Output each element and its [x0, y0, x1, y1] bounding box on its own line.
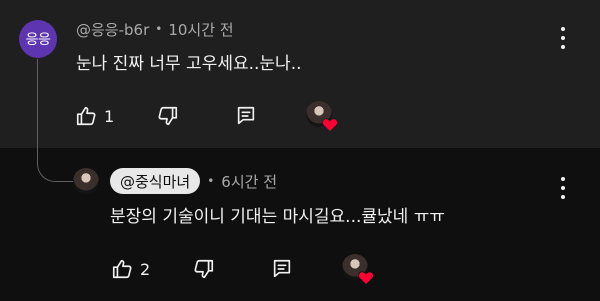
reply-header: @중식마녀 • 6시간 전 — [110, 168, 277, 194]
separator-dot: • — [155, 22, 163, 36]
reply-actions: 2 — [111, 254, 375, 285]
reply-comment-icon — [238, 106, 255, 125]
like-button[interactable]: 1 — [75, 105, 114, 127]
separator-dot: • — [207, 174, 215, 188]
like-button[interactable]: 2 — [111, 258, 150, 280]
heart-icon — [322, 118, 339, 132]
thumb-down-icon — [158, 106, 178, 126]
like-count: 2 — [140, 259, 151, 279]
creator-heart-badge — [342, 254, 375, 285]
thread-connector — [37, 59, 74, 182]
creator-author-chip[interactable]: @중식마녀 — [110, 168, 201, 194]
creator-heart-badge — [306, 101, 339, 132]
comment-text: 눈나 진짜 너무 고우세요..눈나.. — [76, 54, 302, 74]
reply-button[interactable] — [235, 105, 257, 127]
reply-avatar[interactable] — [73, 168, 99, 194]
thumb-down-icon — [194, 259, 214, 279]
comment-time[interactable]: 10시간 전 — [168, 19, 233, 40]
comment-actions: 1 — [75, 101, 339, 132]
dislike-button[interactable] — [193, 258, 215, 280]
avatar[interactable]: 응응 — [19, 20, 57, 58]
more-vert-icon[interactable] — [554, 177, 572, 199]
reply-text: 분장의 기술이니 기대는 마시길요...큘났네 ㅠㅠ — [110, 207, 445, 227]
like-count: 1 — [104, 106, 115, 126]
author-name[interactable]: @응응-b6r — [76, 19, 149, 40]
dislike-button[interactable] — [157, 105, 179, 127]
more-vert-icon[interactable] — [554, 27, 572, 49]
heart-icon — [358, 271, 375, 285]
reply-button[interactable] — [271, 258, 293, 280]
reply-comment-icon — [274, 259, 291, 278]
thumb-up-icon — [112, 259, 132, 279]
comment-header: @응응-b6r • 10시간 전 — [76, 18, 234, 40]
comment-time[interactable]: 6시간 전 — [221, 171, 277, 192]
comments-panel: 응응 @응응-b6r • 10시간 전 눈나 진짜 너무 고우세요..눈나.. … — [0, 0, 600, 301]
thumb-up-icon — [76, 106, 96, 126]
top-comment: 응응 @응응-b6r • 10시간 전 눈나 진짜 너무 고우세요..눈나.. … — [0, 0, 600, 148]
